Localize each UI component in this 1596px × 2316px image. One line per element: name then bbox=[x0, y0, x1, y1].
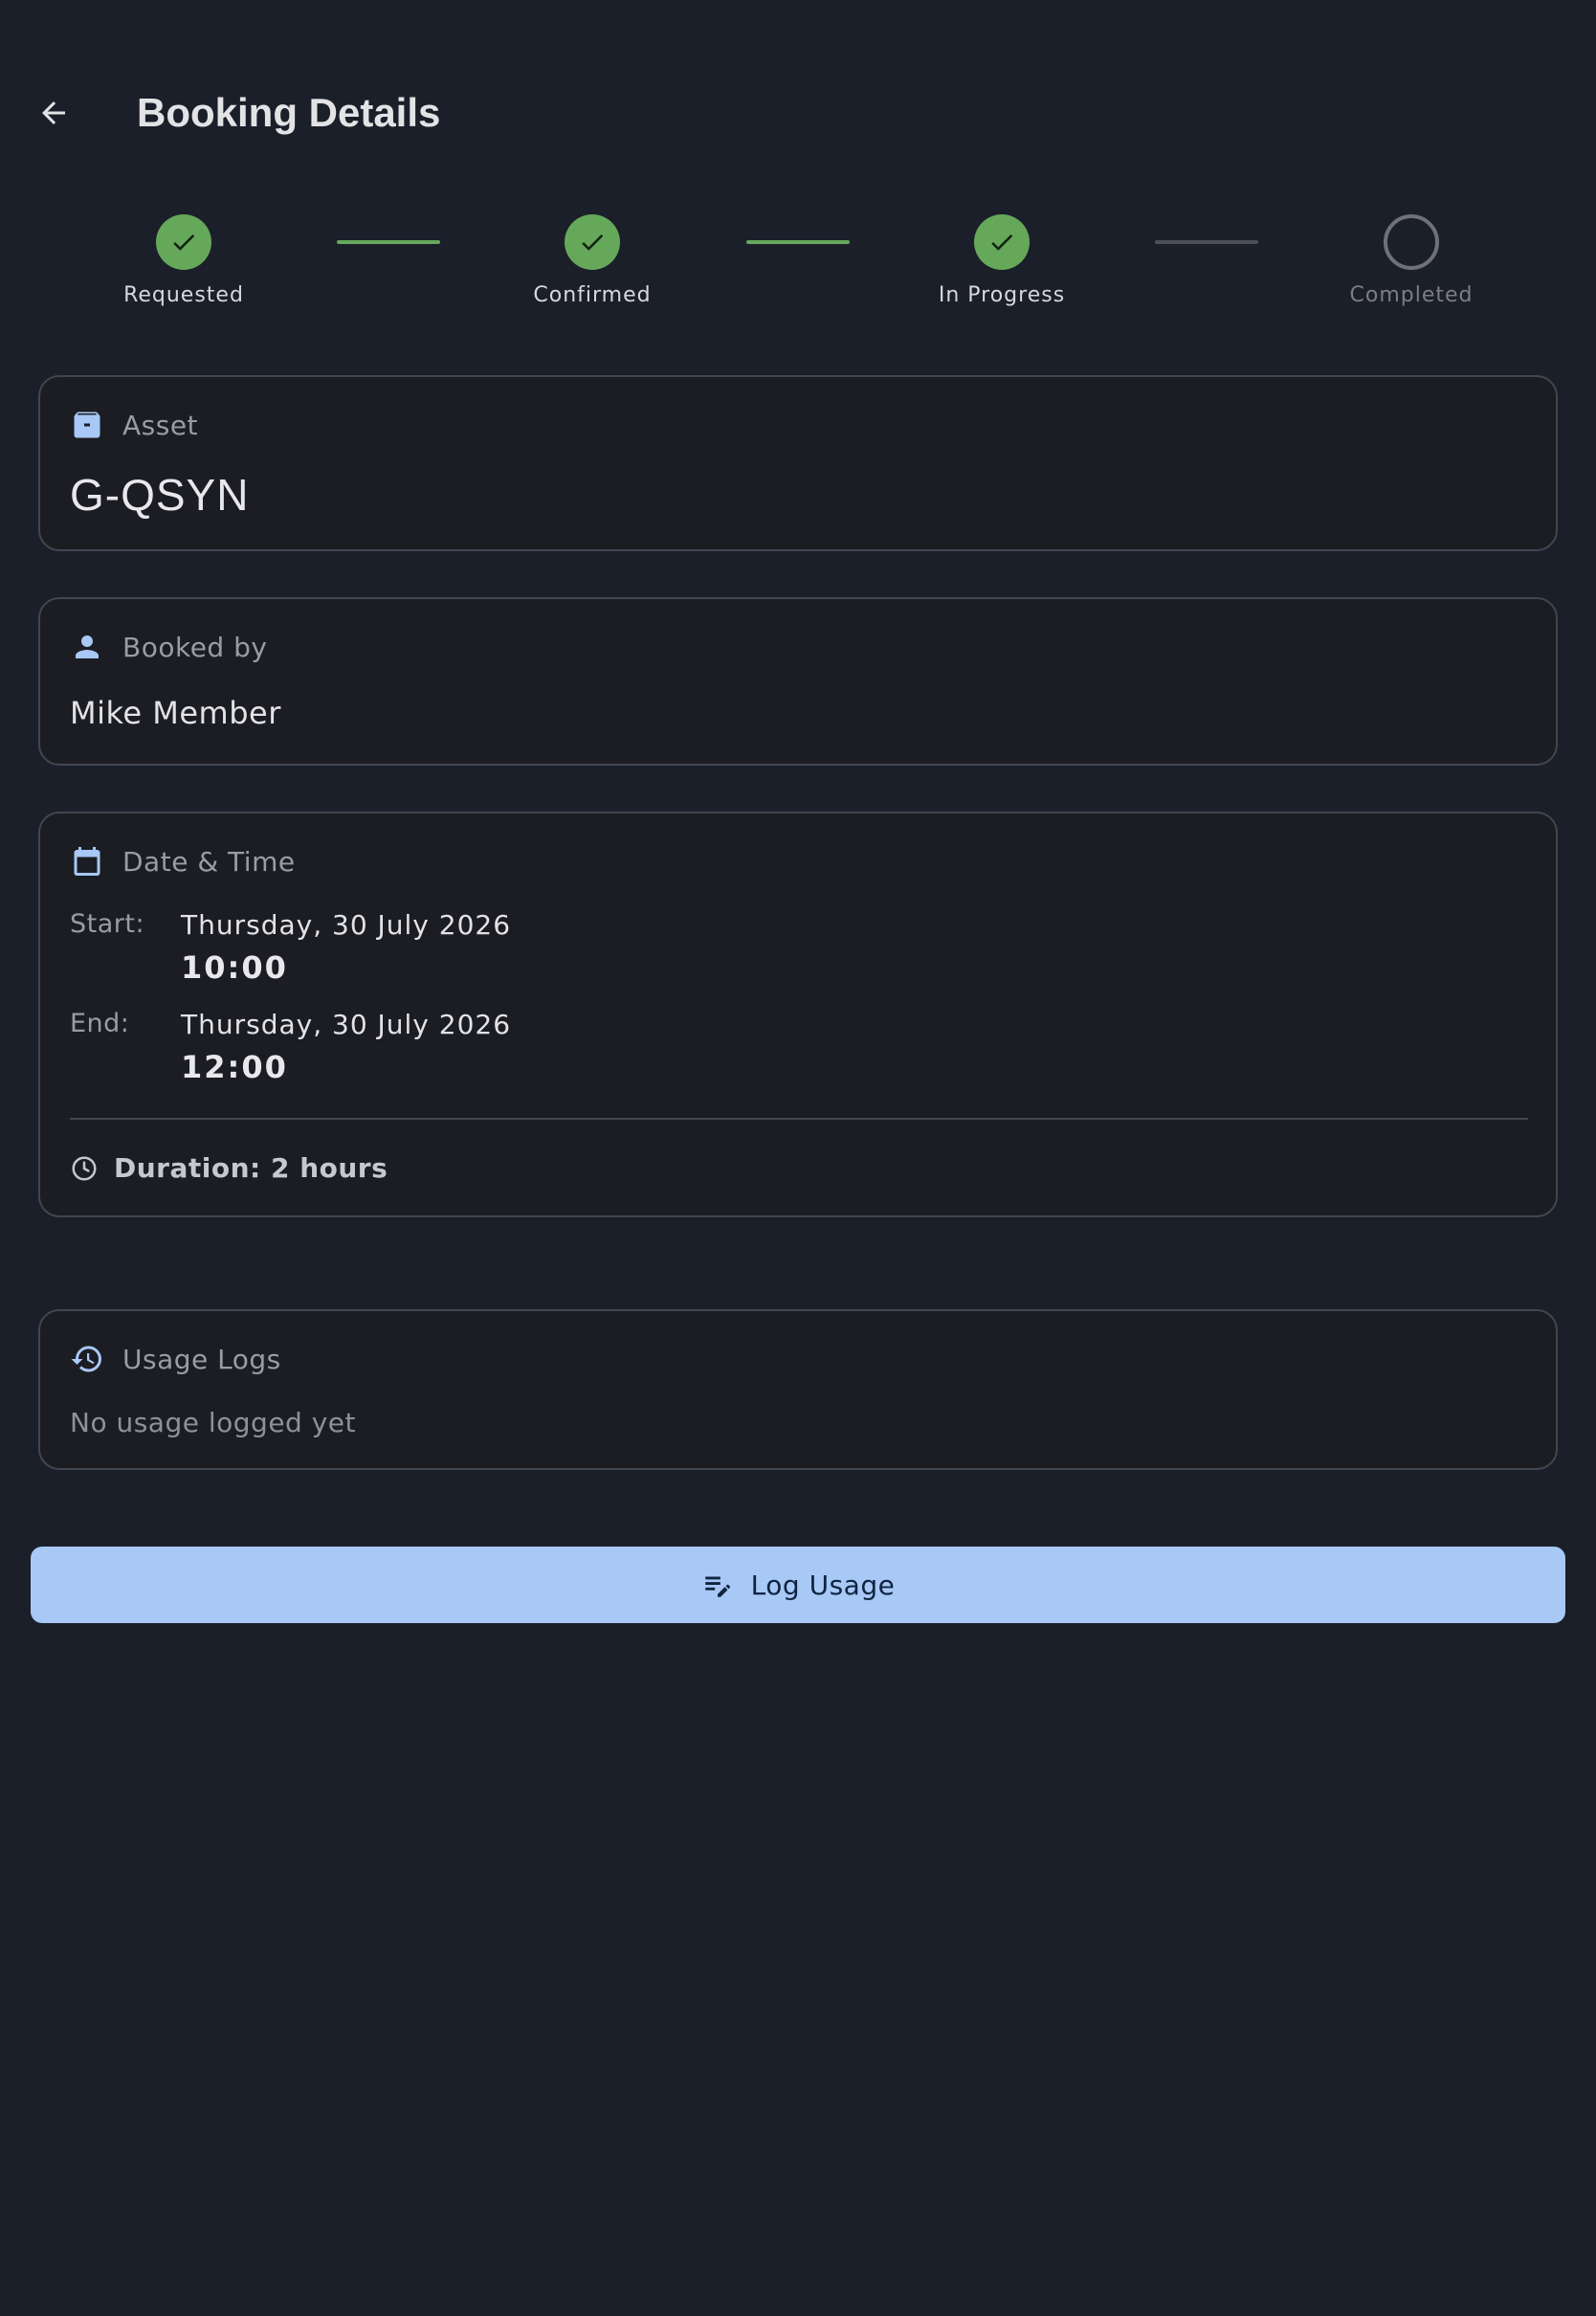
step-done-indicator bbox=[565, 214, 620, 270]
log-usage-button[interactable]: Log Usage bbox=[31, 1547, 1565, 1623]
asset-value: G-QSYN bbox=[70, 470, 250, 520]
start-date: Thursday, 30 July 2026 bbox=[181, 909, 512, 941]
card-header: Usage Logs bbox=[70, 1342, 281, 1376]
card-header: Asset bbox=[70, 408, 198, 442]
asset-label: Asset bbox=[122, 409, 199, 441]
calendar-icon bbox=[70, 844, 104, 879]
back-button[interactable] bbox=[27, 86, 80, 140]
step-label: Requested bbox=[123, 283, 244, 307]
check-icon bbox=[987, 228, 1016, 256]
step-in-progress: In Progress bbox=[877, 211, 1126, 307]
clock-icon bbox=[70, 1154, 99, 1183]
booked-by-value: Mike Member bbox=[70, 695, 281, 731]
step-confirmed: Confirmed bbox=[468, 211, 717, 307]
step-connector bbox=[337, 240, 440, 244]
log-usage-label: Log Usage bbox=[750, 1569, 896, 1601]
start-time: 10:00 bbox=[181, 949, 288, 986]
person-icon bbox=[70, 630, 104, 664]
usage-logs-label: Usage Logs bbox=[122, 1343, 281, 1375]
step-done-indicator bbox=[156, 214, 211, 270]
page-title: Booking Details bbox=[137, 90, 441, 135]
archive-box-icon bbox=[70, 408, 104, 442]
step-connector bbox=[1155, 240, 1258, 244]
end-date: Thursday, 30 July 2026 bbox=[181, 1009, 512, 1040]
start-key: Start: bbox=[70, 909, 145, 939]
app-bar: Booking Details bbox=[0, 57, 1596, 172]
step-completed: Completed bbox=[1287, 211, 1536, 307]
booking-status-stepper: Requested Confirmed In Progress Complete… bbox=[0, 211, 1596, 316]
end-key: End: bbox=[70, 1009, 130, 1038]
usage-logs-card: Usage Logs No usage logged yet bbox=[38, 1309, 1558, 1470]
booked-by-label: Booked by bbox=[122, 631, 268, 663]
usage-logs-empty-text: No usage logged yet bbox=[70, 1407, 357, 1438]
date-time-card: Date & Time Start: Thursday, 30 July 202… bbox=[38, 812, 1558, 1217]
step-done-indicator bbox=[974, 214, 1030, 270]
date-time-label: Date & Time bbox=[122, 845, 296, 878]
check-icon bbox=[169, 228, 198, 256]
arrow-left-icon bbox=[36, 96, 71, 130]
history-icon bbox=[70, 1342, 104, 1376]
edit-note-icon bbox=[701, 1569, 734, 1601]
step-connector bbox=[746, 240, 850, 244]
divider bbox=[70, 1118, 1528, 1120]
step-label: In Progress bbox=[938, 283, 1066, 307]
check-icon bbox=[578, 228, 607, 256]
booked-by-card: Booked by Mike Member bbox=[38, 597, 1558, 766]
duration-text: Duration: 2 hours bbox=[114, 1152, 388, 1184]
card-header: Date & Time bbox=[70, 844, 296, 879]
step-label: Completed bbox=[1349, 283, 1474, 307]
end-time: 12:00 bbox=[181, 1049, 288, 1085]
step-requested: Requested bbox=[59, 211, 308, 307]
step-pending-indicator bbox=[1384, 214, 1439, 270]
step-label: Confirmed bbox=[533, 283, 652, 307]
card-header: Booked by bbox=[70, 630, 267, 664]
duration-row: Duration: 2 hours bbox=[70, 1152, 388, 1184]
asset-card: Asset G-QSYN bbox=[38, 375, 1558, 551]
